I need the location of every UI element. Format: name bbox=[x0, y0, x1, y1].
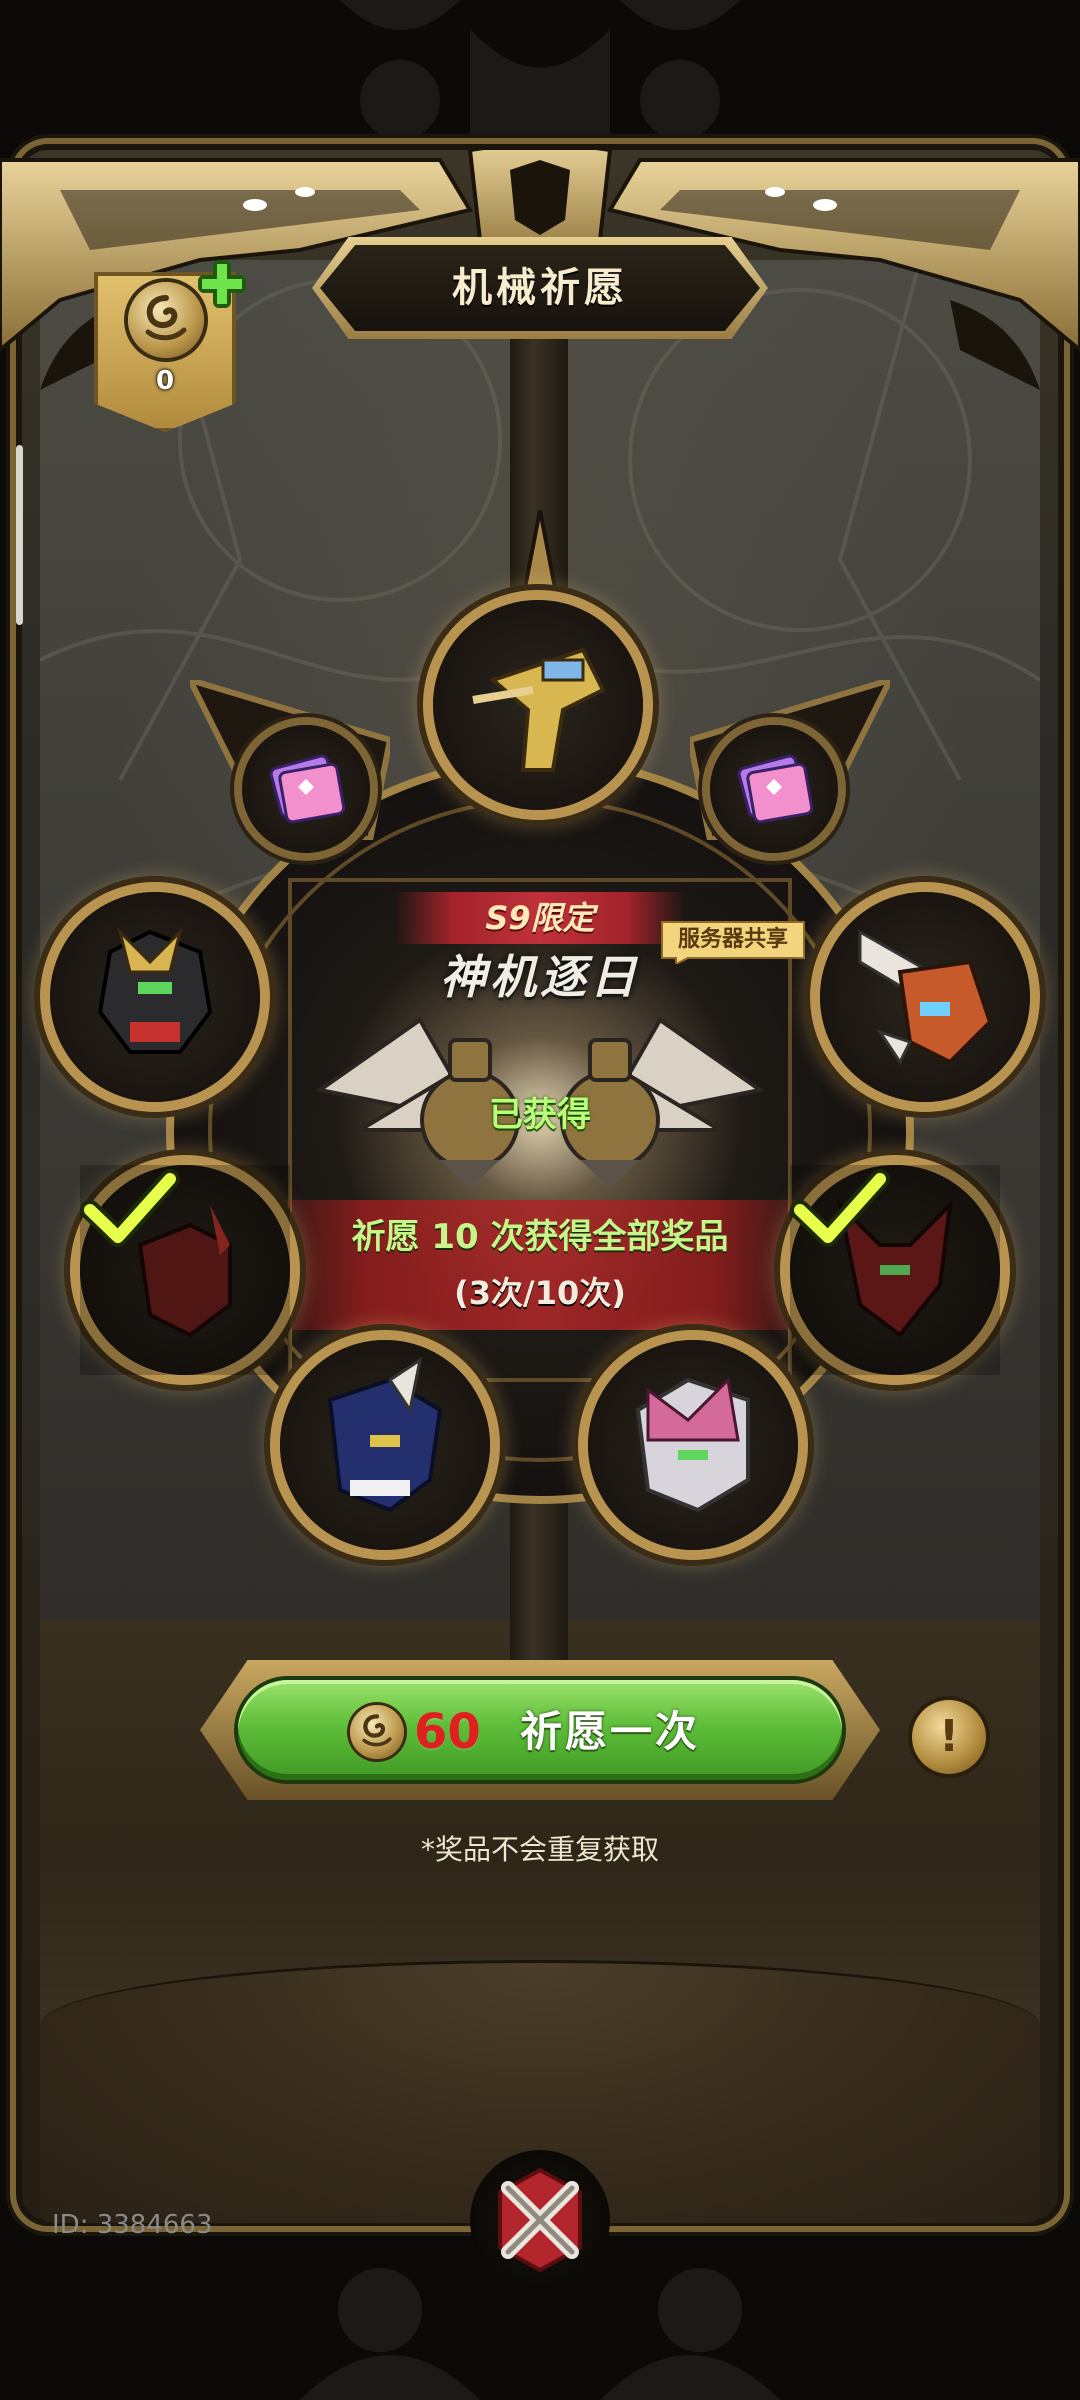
prize-slot-ticket-right[interactable] bbox=[710, 725, 838, 853]
black-gold-mech-icon bbox=[97, 927, 213, 1054]
check-icon bbox=[790, 1169, 890, 1247]
prize-slot-orange-white-mech[interactable] bbox=[820, 892, 1030, 1102]
prize-slot-black-gold-mech[interactable] bbox=[50, 892, 260, 1102]
disclaimer-text: *奖品不会重复获取 bbox=[420, 1833, 659, 1866]
gold-mech-icon bbox=[472, 647, 606, 772]
prize-slot-pink-mech[interactable] bbox=[588, 1340, 798, 1550]
check-icon bbox=[80, 1169, 180, 1247]
wish-coin-icon bbox=[128, 282, 204, 358]
progress-count: (3次/10次) bbox=[454, 1274, 626, 1312]
user-id: ID: 3384663 bbox=[52, 2210, 213, 2240]
wish-cost: 60 bbox=[414, 1704, 481, 1760]
set-name: 神机逐日 bbox=[440, 950, 640, 1004]
ticket-icon bbox=[269, 754, 346, 824]
progress-text: 祈愿 10 次获得全部奖品 bbox=[351, 1217, 729, 1257]
page-title: 机械祈愿 bbox=[452, 265, 628, 311]
orange-white-mech-icon bbox=[858, 929, 993, 1065]
prize-slot-ticket-left[interactable] bbox=[242, 725, 370, 853]
prize-slot-red-mech[interactable] bbox=[80, 1165, 290, 1375]
wish-coin-icon bbox=[350, 1705, 404, 1759]
info-icon: ! bbox=[938, 1711, 960, 1762]
scroll-indicator[interactable] bbox=[16, 445, 23, 625]
limited-label: S9限定 bbox=[485, 899, 595, 937]
prize-slot-red-horned-mech[interactable] bbox=[790, 1165, 1000, 1375]
close-button[interactable] bbox=[470, 2150, 610, 2290]
server-shared-label: 服务器共享 bbox=[677, 927, 788, 952]
add-currency-icon[interactable] bbox=[196, 258, 248, 310]
prize-slot-gold-mech[interactable] bbox=[433, 600, 643, 810]
obtained-label: 已获得 bbox=[489, 1095, 591, 1135]
top-ornament bbox=[340, 0, 740, 150]
currency-count: 0 bbox=[155, 366, 175, 396]
prize-slot-blue-mech[interactable] bbox=[280, 1340, 490, 1550]
blue-mech-icon bbox=[327, 1356, 443, 1513]
ticket-icon bbox=[737, 754, 814, 824]
close-icon bbox=[498, 2167, 582, 2273]
pink-mech-icon bbox=[635, 1376, 750, 1513]
wish-label: 祈愿一次 bbox=[520, 1707, 701, 1756]
